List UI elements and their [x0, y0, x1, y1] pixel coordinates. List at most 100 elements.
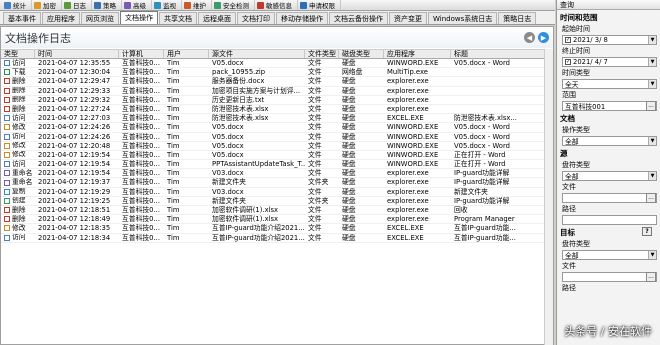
toolbar-button-4[interactable]: 高级 [122, 0, 152, 10]
column-header[interactable]: 计算机 [119, 50, 164, 58]
table-cell: Tim [167, 215, 180, 224]
table-row[interactable]: 修改 2021-04-07 12:20:48 互普科技0... Tim V05.docx… [1, 142, 553, 151]
toolbar-button-9[interactable]: 申请权限 [298, 0, 341, 10]
column-header[interactable]: 标题 [451, 50, 553, 58]
table-cell: 互普科技0... [122, 86, 160, 95]
table-row[interactable]: 删除 2021-04-07 12:18:49 互普科技0... Tim 加密软件调研(1… [1, 215, 553, 225]
table-cell: explorer.exe [387, 206, 429, 214]
table-cell: explorer.exe [387, 196, 429, 205]
table-cell: explorer.exe [387, 104, 429, 113]
column-header[interactable]: 时间 [35, 50, 119, 58]
toolbar-button-0[interactable]: 统计 [2, 0, 32, 10]
vertical-scrollbar[interactable] [544, 49, 553, 345]
table-cell: 文件 [308, 68, 322, 77]
tab-8[interactable]: 文档云备份操作 [329, 12, 388, 24]
table-row[interactable]: 复制 2021-04-07 12:19:29 互普科技0... Tim V03.docx… [1, 188, 553, 197]
table-body: 访问 2021-04-07 12:35:55 互普科技0... Tim V05.docx… [1, 59, 553, 243]
start-time-checkbox[interactable]: ✓ [565, 37, 571, 43]
time-type-select[interactable]: 全天 ▼ [562, 79, 657, 89]
target-disk-type-select[interactable]: 全部 ▼ [562, 250, 657, 260]
start-time-value: 2021/ 3/ 8 [573, 36, 608, 44]
column-header[interactable]: 源文件 [209, 50, 305, 58]
table-row[interactable]: 访问 2021-04-07 12:24:26 互普科技0... Tim V05.docx… [1, 133, 553, 142]
table-row[interactable]: 重命名 2021-04-07 12:19:54 互普科技0... Tim V03.doc… [1, 169, 553, 179]
source-section-title: 源 [560, 149, 568, 158]
tab-5[interactable]: 远程桌面 [198, 12, 236, 24]
panel-header: 文档操作日志 ◀ ▶ [1, 27, 553, 48]
chevron-down-icon[interactable]: ▼ [648, 137, 656, 145]
toolbar-button-5[interactable]: 监视 [152, 0, 182, 10]
column-header[interactable]: 类型 [1, 50, 35, 58]
table-row[interactable]: 访问 2021-04-07 12:19:54 互普科技0... Tim PPTAssis… [1, 160, 553, 170]
table-row[interactable]: 重命名 2021-04-07 12:19:37 互普科技0... Tim 新建文件夹 文件… [1, 178, 553, 188]
chevron-down-icon[interactable]: ▼ [648, 251, 656, 259]
table-cell: Tim [167, 132, 180, 141]
table-cell: 硬盘 [342, 224, 356, 233]
toolbar-button-1[interactable]: 加密 [32, 0, 62, 10]
column-header[interactable]: 用户 [164, 50, 209, 58]
file-input[interactable]: ... [562, 193, 657, 203]
toolbar-button-8[interactable]: 敏感信息 [255, 0, 298, 10]
table-row[interactable]: 删除 2021-04-07 12:27:24 互普科技0... Tim 防泄密技术表.x… [1, 104, 553, 115]
table-cell: Tim [167, 196, 180, 205]
table-row[interactable]: 创建 2021-04-07 12:19:25 互普科技0... Tim 新建文件夹 文件夹… [1, 197, 553, 206]
end-time-value: 2021/ 4/ 7 [573, 58, 608, 66]
forward-icon[interactable]: ▶ [538, 32, 549, 43]
toolbar-button-6[interactable]: 维护 [182, 0, 212, 10]
table-cell: 防泄密技术表.xlsx... [454, 114, 517, 123]
table-cell: explorer.exe [387, 187, 429, 196]
table-cell: Tim [167, 123, 180, 132]
table-row[interactable]: 访问 2021-04-07 12:18:34 互普科技0... Tim 互普IP-gua… [1, 234, 553, 243]
chevron-down-icon[interactable]: ▼ [648, 36, 656, 44]
toolbar-button-2[interactable]: 日志 [62, 0, 92, 10]
table-row[interactable]: 修改 2021-04-07 12:24:26 互普科技0... Tim V05.docx… [1, 123, 553, 133]
op-type-value: 全部 [565, 138, 579, 146]
table-row[interactable]: 下载 2021-04-07 12:30:04 互普科技0... Tim pack_109… [1, 68, 553, 78]
end-time-picker[interactable]: ✓ 2021/ 4/ 7 ▼ [562, 57, 657, 67]
range-field[interactable]: 互普科技001... [562, 101, 657, 111]
table-row[interactable]: 访问 2021-04-07 12:27:03 互普科技0... Tim 防泄密技术表.x… [1, 114, 553, 124]
tab-3[interactable]: 文档操作 [120, 11, 158, 24]
operation-type: 删除 [12, 95, 26, 104]
tab-7[interactable]: 移动存储操作 [276, 12, 328, 24]
column-header[interactable]: 磁盘类型 [339, 50, 384, 58]
op-type-select[interactable]: 全部 ▼ [562, 136, 657, 146]
tab-0[interactable]: 基本事件 [3, 12, 41, 24]
tab-2[interactable]: 网页浏览 [81, 12, 119, 24]
table-cell: 加密软件调研(1).xlsx [212, 215, 279, 224]
table-cell: 2021-04-07 12:29:33 [38, 86, 111, 95]
help-icon[interactable]: ? [642, 227, 652, 236]
tab-1[interactable]: 应用程序 [42, 12, 80, 24]
path-input[interactable] [562, 215, 657, 225]
table-row[interactable]: 删除 2021-04-07 12:29:47 互普科技0... Tim 服务器备份.do… [1, 77, 553, 87]
table-row[interactable]: 删除 2021-04-07 12:29:32 互普科技0... Tim 历史更新日志.t… [1, 96, 553, 105]
toolbar-button-7[interactable]: 安全检测 [212, 0, 255, 10]
tab-10[interactable]: Windows系统日志 [428, 12, 498, 24]
tab-9[interactable]: 资产变更 [389, 12, 427, 24]
table-cell: 文件 [308, 114, 322, 123]
tab-11[interactable]: 策略日志 [498, 12, 537, 24]
table-row[interactable]: 修改 2021-04-07 12:18:35 互普科技0... Tim 互普IP-gua… [1, 224, 553, 234]
chevron-down-icon[interactable]: ▼ [648, 80, 656, 88]
chevron-down-icon[interactable]: ▼ [648, 172, 656, 180]
chevron-down-icon[interactable]: ▼ [648, 58, 656, 66]
table-cell: 硬盘 [342, 206, 356, 214]
table-cell: 硬盘 [342, 150, 356, 159]
column-header[interactable]: 文件类型 [305, 50, 339, 58]
browse-button[interactable]: ... [646, 193, 656, 203]
table-row[interactable]: 删除 2021-04-07 12:29:33 互普科技0... Tim 加密项目实施方案… [1, 87, 553, 96]
table-row[interactable]: 删除 2021-04-07 12:18:51 互普科技0... Tim 加密软件调研(1… [1, 206, 553, 216]
back-icon[interactable]: ◀ [524, 32, 535, 43]
start-time-picker[interactable]: ✓ 2021/ 3/ 8 ▼ [562, 35, 657, 45]
column-header[interactable]: 应用程序 [384, 50, 451, 58]
toolbar-button-3[interactable]: 策略 [92, 0, 122, 10]
tab-4[interactable]: 共享文档 [159, 12, 197, 24]
disk-type-select[interactable]: 全部 ▼ [562, 171, 657, 181]
browse-button[interactable]: ... [646, 101, 656, 111]
browse-button[interactable]: ... [646, 272, 656, 282]
table-row[interactable]: 修改 2021-04-07 12:19:54 互普科技0... Tim V05.docx… [1, 150, 553, 161]
table-row[interactable]: 访问 2021-04-07 12:35:55 互普科技0... Tim V05.docx… [1, 59, 553, 69]
end-time-checkbox[interactable]: ✓ [565, 59, 571, 65]
tab-6[interactable]: 文档打印 [237, 12, 275, 24]
target-file-input[interactable]: ... [562, 272, 657, 282]
